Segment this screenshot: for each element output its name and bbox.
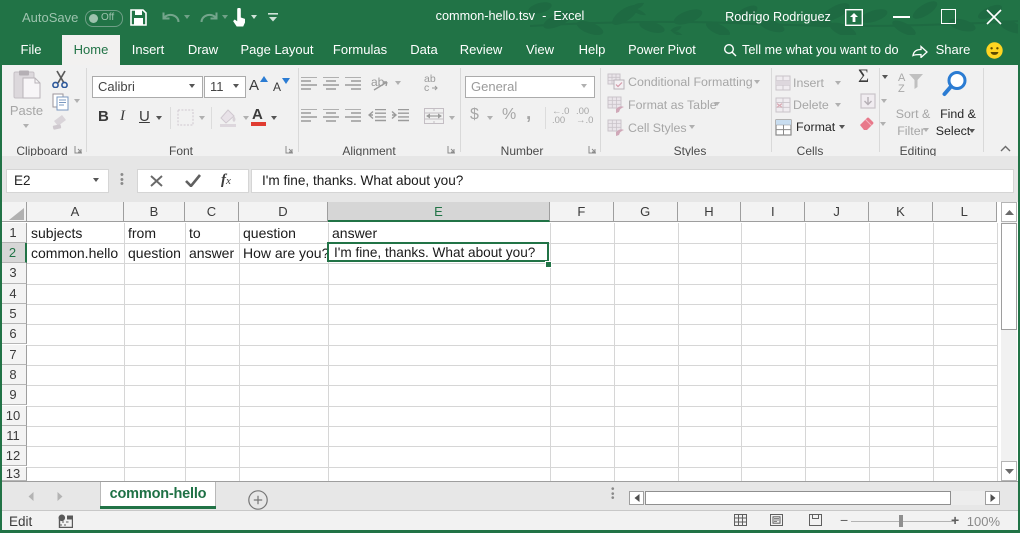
svg-text:c: c xyxy=(424,82,429,92)
svg-text:Z: Z xyxy=(898,83,905,95)
